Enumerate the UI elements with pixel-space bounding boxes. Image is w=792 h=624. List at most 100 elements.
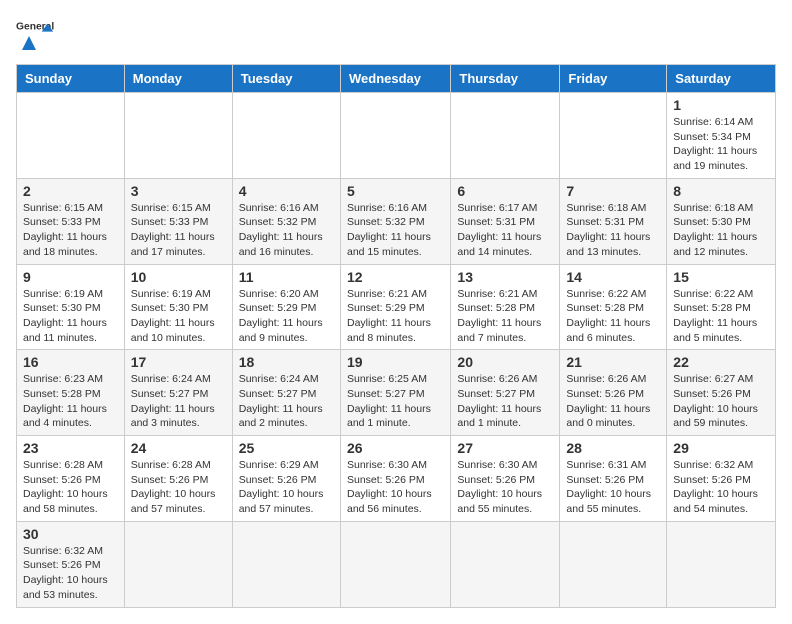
- day-number: 19: [347, 354, 444, 370]
- day-number: 4: [239, 183, 334, 199]
- weekday-header-tuesday: Tuesday: [232, 65, 340, 93]
- calendar-cell: [560, 521, 667, 607]
- calendar-week-row: 16Sunrise: 6:23 AM Sunset: 5:28 PM Dayli…: [17, 350, 776, 436]
- day-info: Sunrise: 6:20 AM Sunset: 5:29 PM Dayligh…: [239, 287, 334, 346]
- calendar-cell: 16Sunrise: 6:23 AM Sunset: 5:28 PM Dayli…: [17, 350, 125, 436]
- day-number: 11: [239, 269, 334, 285]
- logo: General: [16, 16, 56, 54]
- day-info: Sunrise: 6:22 AM Sunset: 5:28 PM Dayligh…: [673, 287, 769, 346]
- day-info: Sunrise: 6:22 AM Sunset: 5:28 PM Dayligh…: [566, 287, 660, 346]
- calendar-week-row: 9Sunrise: 6:19 AM Sunset: 5:30 PM Daylig…: [17, 264, 776, 350]
- day-number: 5: [347, 183, 444, 199]
- day-info: Sunrise: 6:28 AM Sunset: 5:26 PM Dayligh…: [131, 458, 226, 517]
- day-info: Sunrise: 6:23 AM Sunset: 5:28 PM Dayligh…: [23, 372, 118, 431]
- calendar-cell: [17, 93, 125, 179]
- calendar-cell: [451, 93, 560, 179]
- calendar-cell: 5 Sunrise: 6:16 AM Sunset: 5:32 PM Daylig…: [340, 178, 450, 264]
- day-info: Sunrise: 6:24 AM Sunset: 5:27 PM Dayligh…: [131, 372, 226, 431]
- weekday-header-monday: Monday: [124, 65, 232, 93]
- calendar-cell: 17 Sunrise: 6:24 AM Sunset: 5:27 PM Dayli…: [124, 350, 232, 436]
- day-info: Sunrise: 6:15 AM Sunset: 5:33 PM Dayligh…: [131, 201, 226, 260]
- calendar-cell: 20Sunrise: 6:26 AM Sunset: 5:27 PM Dayli…: [451, 350, 560, 436]
- calendar-cell: 27Sunrise: 6:30 AM Sunset: 5:26 PM Dayli…: [451, 436, 560, 522]
- day-number: 8: [673, 183, 769, 199]
- day-number: 15: [673, 269, 769, 285]
- day-info: Sunrise: 6:17 AM Sunset: 5:31 PM Dayligh…: [457, 201, 553, 260]
- calendar-cell: [340, 93, 450, 179]
- calendar-cell: 22 Sunrise: 6:27 AM Sunset: 5:26 PM Dayli…: [667, 350, 776, 436]
- day-info: Sunrise: 6:24 AM Sunset: 5:27 PM Dayligh…: [239, 372, 334, 431]
- calendar-cell: 30Sunrise: 6:32 AM Sunset: 5:26 PM Dayli…: [17, 521, 125, 607]
- day-number: 26: [347, 440, 444, 456]
- day-number: 24: [131, 440, 226, 456]
- calendar-cell: 1 Sunrise: 6:14 AM Sunset: 5:34 PM Daylig…: [667, 93, 776, 179]
- day-number: 13: [457, 269, 553, 285]
- calendar-cell: 14 Sunrise: 6:22 AM Sunset: 5:28 PM Dayli…: [560, 264, 667, 350]
- day-info: Sunrise: 6:21 AM Sunset: 5:28 PM Dayligh…: [457, 287, 553, 346]
- calendar-week-row: 1 Sunrise: 6:14 AM Sunset: 5:34 PM Daylig…: [17, 93, 776, 179]
- calendar-cell: [124, 521, 232, 607]
- day-info: Sunrise: 6:21 AM Sunset: 5:29 PM Dayligh…: [347, 287, 444, 346]
- weekday-header-sunday: Sunday: [17, 65, 125, 93]
- day-info: Sunrise: 6:16 AM Sunset: 5:32 PM Dayligh…: [347, 201, 444, 260]
- day-number: 2: [23, 183, 118, 199]
- day-info: Sunrise: 6:32 AM Sunset: 5:26 PM Dayligh…: [673, 458, 769, 517]
- day-info: Sunrise: 6:26 AM Sunset: 5:26 PM Dayligh…: [566, 372, 660, 431]
- day-info: Sunrise: 6:30 AM Sunset: 5:26 PM Dayligh…: [457, 458, 553, 517]
- day-number: 22: [673, 354, 769, 370]
- day-number: 7: [566, 183, 660, 199]
- day-info: Sunrise: 6:27 AM Sunset: 5:26 PM Dayligh…: [673, 372, 769, 431]
- day-number: 23: [23, 440, 118, 456]
- calendar-cell: 18 Sunrise: 6:24 AM Sunset: 5:27 PM Dayli…: [232, 350, 340, 436]
- day-number: 1: [673, 97, 769, 113]
- weekday-header-wednesday: Wednesday: [340, 65, 450, 93]
- day-info: Sunrise: 6:18 AM Sunset: 5:31 PM Dayligh…: [566, 201, 660, 260]
- calendar-week-row: 23 Sunrise: 6:28 AM Sunset: 5:26 PM Dayli…: [17, 436, 776, 522]
- day-info: Sunrise: 6:14 AM Sunset: 5:34 PM Dayligh…: [673, 115, 769, 174]
- day-info: Sunrise: 6:30 AM Sunset: 5:26 PM Dayligh…: [347, 458, 444, 517]
- calendar-cell: 6 Sunrise: 6:17 AM Sunset: 5:31 PM Daylig…: [451, 178, 560, 264]
- day-number: 14: [566, 269, 660, 285]
- calendar-cell: [560, 93, 667, 179]
- calendar: SundayMondayTuesdayWednesdayThursdayFrid…: [16, 64, 776, 608]
- day-number: 6: [457, 183, 553, 199]
- calendar-cell: [232, 93, 340, 179]
- calendar-cell: 7 Sunrise: 6:18 AM Sunset: 5:31 PM Daylig…: [560, 178, 667, 264]
- day-info: Sunrise: 6:16 AM Sunset: 5:32 PM Dayligh…: [239, 201, 334, 260]
- calendar-cell: 10Sunrise: 6:19 AM Sunset: 5:30 PM Dayli…: [124, 264, 232, 350]
- day-number: 17: [131, 354, 226, 370]
- day-number: 25: [239, 440, 334, 456]
- calendar-cell: 12Sunrise: 6:21 AM Sunset: 5:29 PM Dayli…: [340, 264, 450, 350]
- calendar-cell: [451, 521, 560, 607]
- weekday-header-row: SundayMondayTuesdayWednesdayThursdayFrid…: [17, 65, 776, 93]
- calendar-week-row: 2 Sunrise: 6:15 AM Sunset: 5:33 PM Daylig…: [17, 178, 776, 264]
- day-info: Sunrise: 6:31 AM Sunset: 5:26 PM Dayligh…: [566, 458, 660, 517]
- calendar-cell: 11 Sunrise: 6:20 AM Sunset: 5:29 PM Dayli…: [232, 264, 340, 350]
- weekday-header-thursday: Thursday: [451, 65, 560, 93]
- day-number: 10: [131, 269, 226, 285]
- day-number: 18: [239, 354, 334, 370]
- header: General: [16, 16, 776, 54]
- day-number: 29: [673, 440, 769, 456]
- calendar-week-row: 30Sunrise: 6:32 AM Sunset: 5:26 PM Dayli…: [17, 521, 776, 607]
- weekday-header-friday: Friday: [560, 65, 667, 93]
- day-number: 3: [131, 183, 226, 199]
- calendar-cell: [667, 521, 776, 607]
- calendar-cell: 25 Sunrise: 6:29 AM Sunset: 5:26 PM Dayli…: [232, 436, 340, 522]
- calendar-cell: 9Sunrise: 6:19 AM Sunset: 5:30 PM Daylig…: [17, 264, 125, 350]
- day-info: Sunrise: 6:28 AM Sunset: 5:26 PM Dayligh…: [23, 458, 118, 517]
- calendar-cell: 23 Sunrise: 6:28 AM Sunset: 5:26 PM Dayli…: [17, 436, 125, 522]
- day-info: Sunrise: 6:29 AM Sunset: 5:26 PM Dayligh…: [239, 458, 334, 517]
- calendar-cell: 15 Sunrise: 6:22 AM Sunset: 5:28 PM Dayli…: [667, 264, 776, 350]
- day-info: Sunrise: 6:15 AM Sunset: 5:33 PM Dayligh…: [23, 201, 118, 260]
- calendar-cell: 13 Sunrise: 6:21 AM Sunset: 5:28 PM Dayli…: [451, 264, 560, 350]
- calendar-cell: 26 Sunrise: 6:30 AM Sunset: 5:26 PM Dayli…: [340, 436, 450, 522]
- day-info: Sunrise: 6:19 AM Sunset: 5:30 PM Dayligh…: [23, 287, 118, 346]
- calendar-cell: 2 Sunrise: 6:15 AM Sunset: 5:33 PM Daylig…: [17, 178, 125, 264]
- day-number: 21: [566, 354, 660, 370]
- calendar-cell: 29 Sunrise: 6:32 AM Sunset: 5:26 PM Dayli…: [667, 436, 776, 522]
- calendar-cell: 21 Sunrise: 6:26 AM Sunset: 5:26 PM Dayli…: [560, 350, 667, 436]
- day-info: Sunrise: 6:18 AM Sunset: 5:30 PM Dayligh…: [673, 201, 769, 260]
- calendar-cell: [124, 93, 232, 179]
- calendar-cell: [232, 521, 340, 607]
